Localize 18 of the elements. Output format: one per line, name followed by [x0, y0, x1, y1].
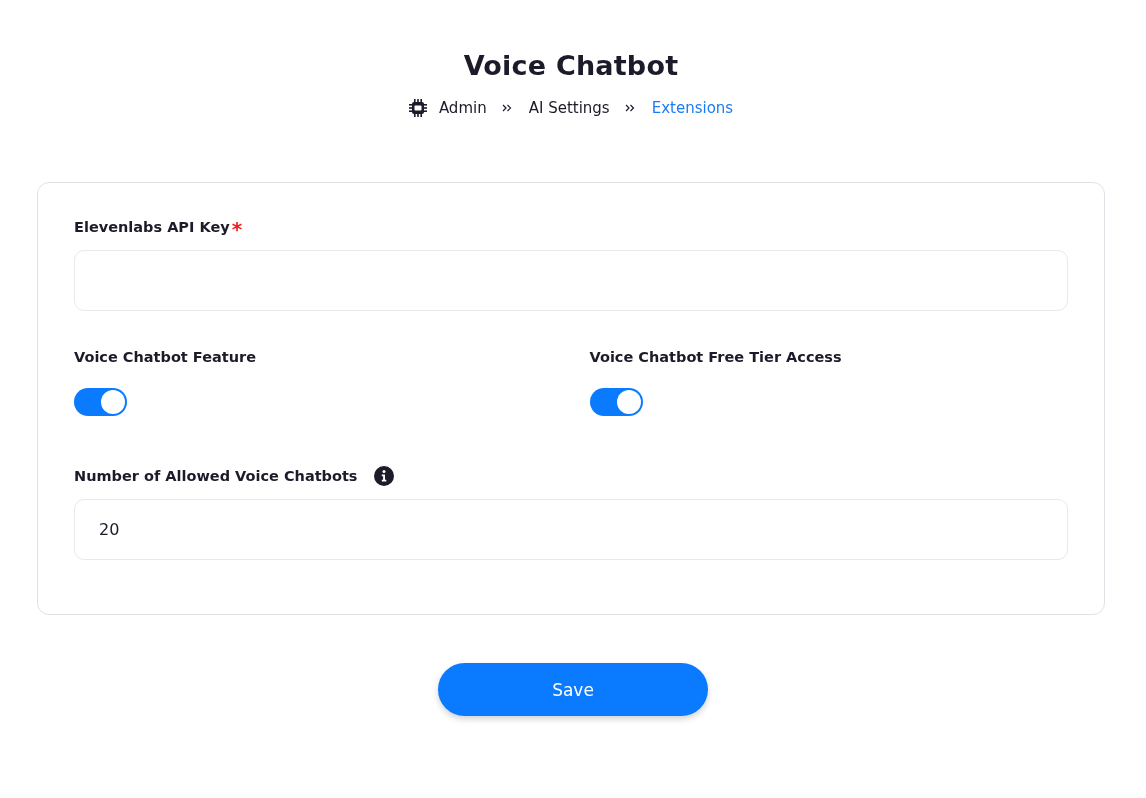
breadcrumb-link[interactable]: Admin: [438, 99, 487, 117]
breadcrumb-link[interactable]: Extensions: [651, 99, 734, 117]
input-field[interactable]: 20: [74, 499, 1068, 560]
input-field[interactable]: [74, 250, 1068, 311]
field-label: Elevenlabs API Key: [74, 219, 230, 235]
field-label: Voice Chatbot Free Tier Access: [589, 349, 842, 365]
double-chevron-icon: [501, 104, 512, 112]
breadcrumb-link[interactable]: AI Settings: [528, 99, 610, 117]
chip-icon: [408, 99, 427, 117]
double-chevron-icon: [624, 104, 635, 112]
page-title: Voice Chatbot: [463, 49, 679, 83]
toggle-switch[interactable]: [589, 388, 643, 416]
info-icon[interactable]: [373, 466, 394, 486]
field-label: Number of Allowed Voice Chatbots: [74, 468, 358, 484]
field-label: Voice Chatbot Feature: [74, 349, 256, 365]
save-button[interactable]: Save: [438, 663, 708, 716]
toggle-switch[interactable]: [74, 388, 127, 416]
required-mark: *: [231, 218, 243, 236]
